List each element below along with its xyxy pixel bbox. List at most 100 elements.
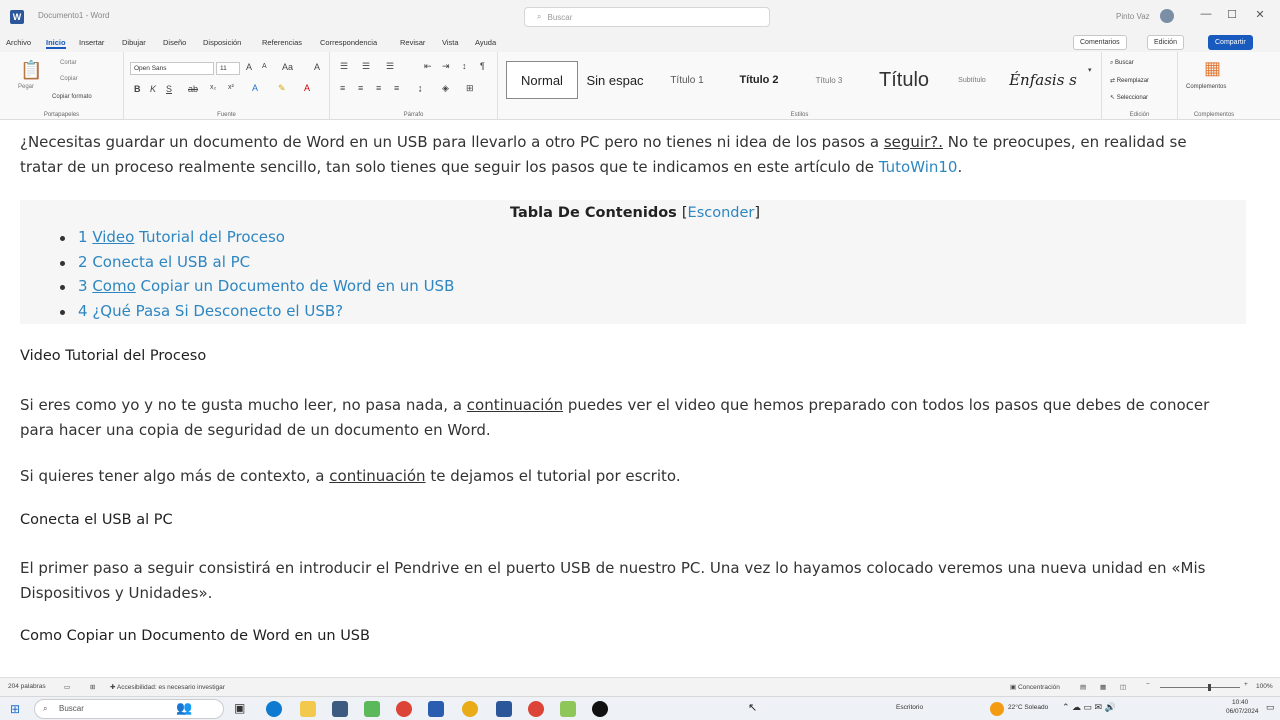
text-effects-icon[interactable]: A <box>252 83 258 93</box>
text-predictions-icon[interactable]: ⊞ <box>90 683 95 691</box>
web-layout-icon[interactable]: ◫ <box>1120 683 1126 691</box>
weather-text[interactable]: 22°C Soleado <box>1008 704 1048 711</box>
select-button[interactable]: ↖ Seleccionar <box>1110 94 1148 101</box>
avatar[interactable] <box>1160 9 1174 23</box>
tab-diseno[interactable]: Diseño <box>163 38 186 47</box>
clock-time[interactable]: 10:40 <box>1232 699 1248 706</box>
taskbar-search[interactable]: ⌕ Buscar <box>34 699 224 719</box>
zoom-in-icon[interactable]: + <box>1244 681 1248 688</box>
toc-toggle-link[interactable]: Esconder <box>688 205 755 221</box>
style-titulo-3[interactable]: Título 3 <box>796 61 862 99</box>
tab-dibujar[interactable]: Dibujar <box>122 38 146 47</box>
clock-date[interactable]: 06/07/2024 <box>1226 708 1259 715</box>
format-painter-button[interactable]: Copiar formato <box>52 94 92 100</box>
font-size-select[interactable]: 11 <box>216 62 240 75</box>
app-icon-3[interactable] <box>462 701 478 717</box>
toc-item-desconecto[interactable]: 4 ¿Qué Pasa Si Desconecto el USB? <box>78 302 343 320</box>
align-right-icon[interactable]: ≡ <box>376 83 381 93</box>
tab-disposicion[interactable]: Disposición <box>203 38 241 47</box>
decrease-indent-icon[interactable]: ⇤ <box>424 61 432 72</box>
tab-revisar[interactable]: Revisar <box>400 38 425 47</box>
notifications-icon[interactable]: ▭ <box>1266 702 1275 713</box>
chrome-profile-icon[interactable] <box>528 701 544 717</box>
addins-icon[interactable]: ▦ <box>1204 58 1221 79</box>
user-name[interactable]: Pinto Vaz <box>1116 12 1150 21</box>
maximize-button[interactable]: ☐ <box>1222 8 1242 21</box>
share-button[interactable]: Compartir <box>1208 35 1253 50</box>
style-titulo[interactable]: Título <box>866 61 942 99</box>
borders-icon[interactable]: ⊞ <box>466 83 474 94</box>
style-titulo-1[interactable]: Título 1 <box>652 61 722 99</box>
document-canvas[interactable]: ¿Necesitas guardar un documento de Word … <box>0 121 1280 677</box>
addins-button[interactable]: Complementos <box>1186 84 1226 90</box>
zoom-level[interactable]: 100% <box>1256 683 1273 690</box>
tab-ayuda[interactable]: Ayuda <box>475 38 496 47</box>
numbering-icon[interactable]: ☰ <box>362 61 370 72</box>
search-input[interactable]: ⌕ Buscar <box>524 7 770 27</box>
strikethrough-icon[interactable]: ab <box>188 84 198 94</box>
superscript-icon[interactable]: x² <box>228 84 234 91</box>
font-color-icon[interactable]: A <box>304 83 310 93</box>
copy-button[interactable]: Copiar <box>60 76 78 82</box>
style-enfasis[interactable]: Énfasis s <box>1002 61 1084 99</box>
zoom-slider-thumb[interactable] <box>1208 684 1211 691</box>
highlight-icon[interactable]: ✎ <box>278 83 286 94</box>
tab-referencias[interactable]: Referencias <box>262 38 302 47</box>
style-sin-espaciado[interactable]: Sin espac <box>582 61 648 99</box>
toc-item-conecta[interactable]: 2 Conecta el USB al PC <box>78 253 250 271</box>
zoom-out-icon[interactable]: − <box>1146 681 1150 688</box>
task-view-icon[interactable]: ▣ <box>234 701 250 717</box>
shading-icon[interactable]: ◈ <box>442 83 449 94</box>
chrome-icon[interactable] <box>396 701 412 717</box>
comments-button[interactable]: Comentarios <box>1073 35 1127 50</box>
clear-format-icon[interactable]: A <box>314 62 320 72</box>
multilevel-list-icon[interactable]: ☰ <box>386 61 394 72</box>
editing-mode-button[interactable]: Edición <box>1147 35 1184 50</box>
cut-button[interactable]: Cortar <box>60 60 77 66</box>
bold-icon[interactable]: B <box>134 84 141 94</box>
change-case-icon[interactable]: Aa <box>282 62 293 72</box>
search-highlight-icon[interactable]: 👥 <box>176 700 192 716</box>
tab-insertar[interactable]: Insertar <box>79 38 104 47</box>
store-icon[interactable] <box>332 701 348 717</box>
tutowin10-link[interactable]: TutoWin10 <box>879 158 958 176</box>
tray-icons[interactable]: ⌃ ☁ ▭ ✉ 🔊 <box>1062 702 1116 713</box>
file-explorer-icon[interactable] <box>300 701 316 717</box>
font-family-select[interactable]: Open Sans <box>130 62 214 75</box>
align-center-icon[interactable]: ≡ <box>358 83 363 93</box>
read-mode-icon[interactable]: ▤ <box>1080 683 1086 691</box>
windows-start-icon[interactable]: ⊞ <box>10 702 20 716</box>
pilcrow-icon[interactable]: ¶ <box>480 61 485 71</box>
replace-button[interactable]: ⇄ Reemplazar <box>1110 77 1149 84</box>
tab-correspondencia[interactable]: Correspondencia <box>320 38 377 47</box>
subscript-icon[interactable]: x₂ <box>210 84 216 91</box>
sort-icon[interactable]: ↕ <box>462 61 467 71</box>
underline-icon[interactable]: S <box>166 84 172 94</box>
tab-archivo[interactable]: Archivo <box>6 38 31 47</box>
focus-mode[interactable]: ▣ Concentración <box>1010 683 1060 691</box>
tab-vista[interactable]: Vista <box>442 38 459 47</box>
paste-button[interactable]: Pegar <box>18 84 34 90</box>
word-count[interactable]: 204 palabras <box>8 683 46 690</box>
align-left-icon[interactable]: ≡ <box>340 83 345 93</box>
app-icon-4[interactable] <box>560 701 576 717</box>
grow-font-icon[interactable]: A <box>246 62 252 72</box>
tab-inicio[interactable]: Inicio <box>46 38 66 49</box>
desktop-label[interactable]: Escritorio <box>896 704 923 711</box>
style-subtitulo[interactable]: Subtítulo <box>944 61 1000 99</box>
toc-item-copiar[interactable]: 3 Como Copiar un Documento de Word en un… <box>78 277 454 295</box>
increase-indent-icon[interactable]: ⇥ <box>442 61 450 72</box>
style-titulo-2[interactable]: Título 2 <box>726 61 792 99</box>
italic-icon[interactable]: K <box>150 84 156 94</box>
justify-icon[interactable]: ≡ <box>394 83 399 93</box>
shrink-font-icon[interactable]: A <box>262 63 267 70</box>
paste-icon[interactable]: 📋 <box>20 60 42 81</box>
app-icon-1[interactable] <box>364 701 380 717</box>
edge-icon[interactable] <box>266 701 282 717</box>
app-icon-2[interactable] <box>428 701 444 717</box>
line-spacing-icon[interactable]: ↨ <box>418 83 423 93</box>
proofing-icon[interactable]: ▭ <box>64 683 70 691</box>
word-taskbar-icon[interactable] <box>496 701 512 717</box>
accessibility-status[interactable]: ✚ Accesibilidad: es necesario investigar <box>110 683 225 691</box>
app-icon-5[interactable] <box>592 701 608 717</box>
